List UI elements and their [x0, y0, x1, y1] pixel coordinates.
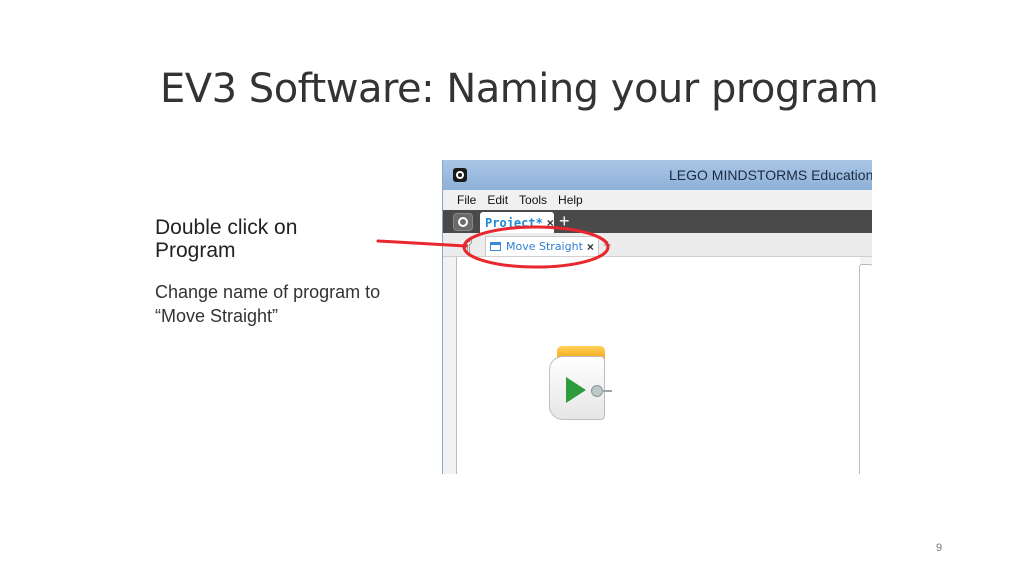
project-tab-label: Project*	[485, 215, 543, 230]
play-icon	[566, 377, 586, 403]
ev3-software-screenshot: LEGO MINDSTORMS Education File Edit Tool…	[442, 160, 872, 474]
menu-file[interactable]: File	[457, 193, 476, 207]
window-titlebar: LEGO MINDSTORMS Education	[443, 160, 872, 190]
tab-program[interactable]: Move Straight ×	[485, 236, 599, 256]
tab-project[interactable]: Project* ×	[480, 212, 554, 233]
project-properties-button[interactable]	[453, 213, 473, 231]
menu-help[interactable]: Help	[558, 193, 583, 207]
window-title: LEGO MINDSTORMS Education	[669, 167, 872, 183]
add-project-button[interactable]: +	[559, 212, 570, 230]
project-tab-close-icon[interactable]: ×	[547, 216, 554, 230]
connector-line	[602, 390, 612, 392]
program-tab-label[interactable]: Move Straight	[506, 240, 583, 253]
program-tab-bar: 🔧︎ Move Straight × +	[443, 233, 872, 259]
page-number: 9	[936, 542, 943, 554]
program-tab-close-icon[interactable]: ×	[587, 240, 594, 254]
project-tab-bar: Project* × +	[443, 210, 872, 233]
project-gear-icon	[458, 217, 468, 227]
instruction-sub: Change name of program to “Move Straight…	[155, 282, 381, 326]
page-title: EV3 Software: Naming your program	[160, 66, 879, 112]
lego-logo-icon	[453, 168, 467, 182]
start-block[interactable]	[549, 346, 612, 420]
add-program-button[interactable]: +	[603, 237, 612, 254]
programming-canvas[interactable]	[456, 257, 860, 474]
side-panel	[859, 264, 872, 474]
menu-bar: File Edit Tools Help	[443, 190, 872, 210]
instruction-main: Double click on Program	[155, 216, 298, 262]
menu-edit[interactable]: Edit	[487, 193, 508, 207]
start-block-body	[549, 356, 612, 420]
menu-tools[interactable]: Tools	[519, 193, 547, 207]
program-tab-icon	[490, 242, 501, 251]
wrench-icon[interactable]: 🔧︎	[457, 236, 479, 259]
